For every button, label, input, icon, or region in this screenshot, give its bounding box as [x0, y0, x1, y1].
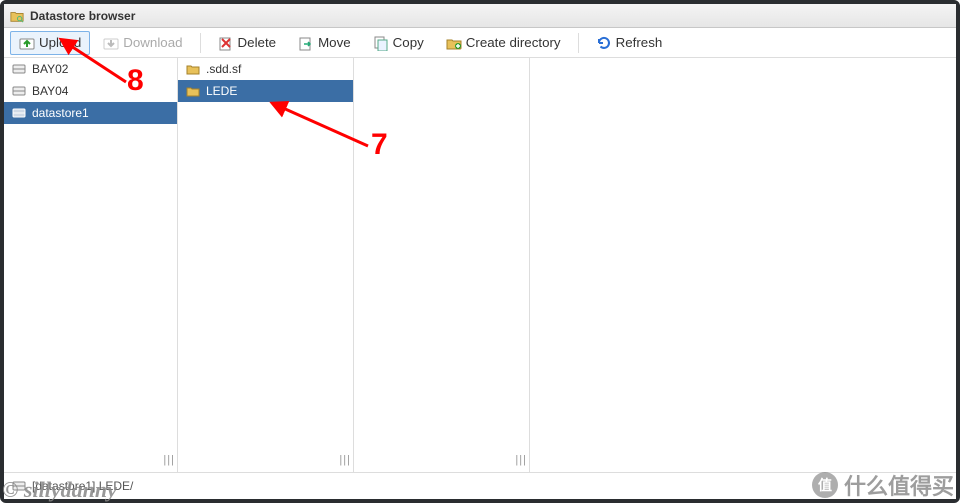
download-label: Download: [123, 35, 182, 50]
upload-icon: [19, 35, 35, 51]
download-icon: [103, 35, 119, 51]
resize-handle[interactable]: |||: [515, 454, 527, 466]
refresh-label: Refresh: [616, 35, 663, 50]
datastore-column: BAY02 BAY04 datastore1 |||: [4, 58, 178, 472]
folder-item[interactable]: .sdd.sf: [178, 58, 353, 80]
watermark-text: 什么值得买: [844, 469, 954, 501]
delete-icon: [218, 35, 234, 51]
disk-icon: [12, 106, 26, 120]
folder-label: LEDE: [206, 84, 237, 98]
disk-icon: [12, 62, 26, 76]
copy-label: Copy: [393, 35, 424, 50]
move-button[interactable]: Move: [289, 31, 360, 55]
watermark-right: 值 什么值得买: [812, 469, 954, 501]
datastore-item[interactable]: datastore1: [4, 102, 177, 124]
datastore-label: BAY02: [32, 62, 68, 76]
datastore-item[interactable]: BAY02: [4, 58, 177, 80]
toolbar-separator: [578, 33, 579, 53]
folder-label: .sdd.sf: [206, 62, 241, 76]
folder-icon: [186, 62, 200, 76]
resize-handle[interactable]: |||: [163, 454, 175, 466]
title-bar: Datastore browser: [4, 4, 956, 28]
window-frame: Datastore browser Upload Download Delete…: [0, 0, 960, 503]
toolbar: Upload Download Delete Move Copy Create …: [4, 28, 956, 58]
resize-handle[interactable]: |||: [339, 454, 351, 466]
move-icon: [298, 35, 314, 51]
window-title: Datastore browser: [30, 9, 135, 23]
datastore-label: datastore1: [32, 106, 89, 120]
refresh-button[interactable]: Refresh: [587, 31, 672, 55]
folder-icon: [186, 84, 200, 98]
folder-item[interactable]: LEDE: [178, 80, 353, 102]
disk-icon: [12, 84, 26, 98]
watermark-badge: 值: [812, 472, 838, 498]
refresh-icon: [596, 35, 612, 51]
create-directory-button[interactable]: Create directory: [437, 31, 570, 55]
upload-label: Upload: [39, 35, 81, 50]
datastore-label: BAY04: [32, 84, 68, 98]
download-button: Download: [94, 31, 191, 55]
datastore-browser-icon: [10, 9, 24, 23]
folder-column-3: [530, 58, 956, 472]
folder-column-2: |||: [354, 58, 530, 472]
delete-label: Delete: [238, 35, 277, 50]
upload-button[interactable]: Upload: [10, 31, 90, 55]
toolbar-separator: [200, 33, 201, 53]
move-label: Move: [318, 35, 351, 50]
delete-button[interactable]: Delete: [209, 31, 286, 55]
folder-column-1: .sdd.sf LEDE |||: [178, 58, 354, 472]
copy-button[interactable]: Copy: [364, 31, 433, 55]
watermark-left: © sillydanny: [2, 477, 117, 503]
datastore-item[interactable]: BAY04: [4, 80, 177, 102]
copy-icon: [373, 35, 389, 51]
create-directory-label: Create directory: [466, 35, 561, 50]
create-directory-icon: [446, 35, 462, 51]
content-area: BAY02 BAY04 datastore1 ||| .sdd.sf LEDE …: [4, 58, 956, 473]
